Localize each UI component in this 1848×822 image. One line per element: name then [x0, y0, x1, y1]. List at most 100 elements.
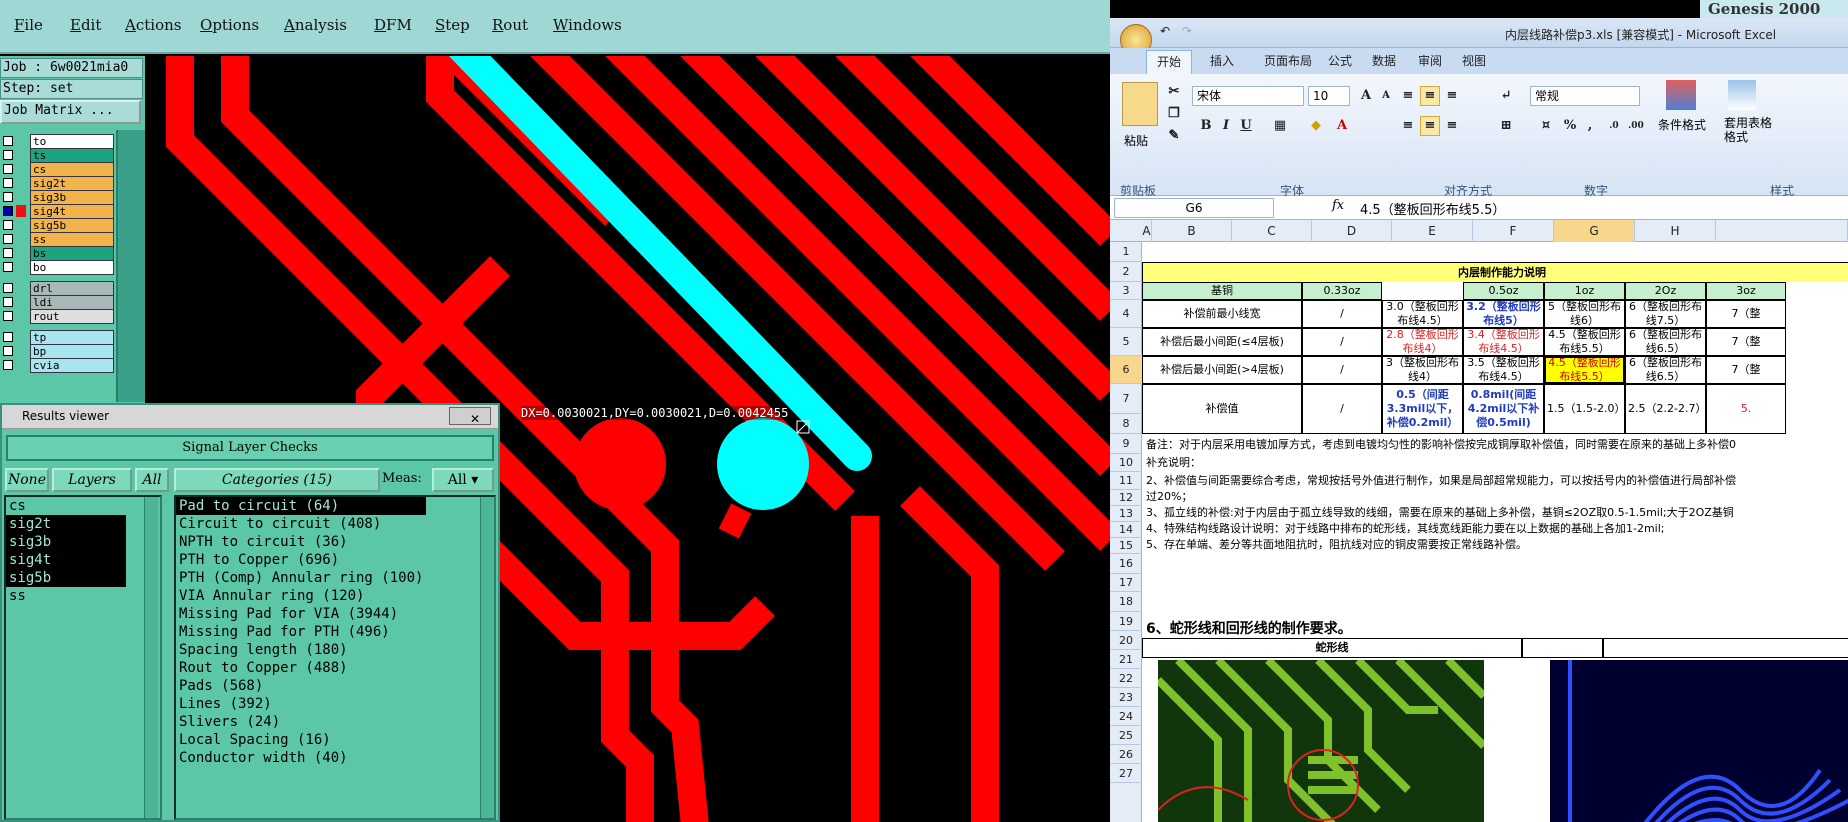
layer-checkbox[interactable] — [3, 150, 13, 160]
row-header-12[interactable]: 12 — [1110, 490, 1142, 506]
category-item[interactable]: Local Spacing (16) — [176, 731, 426, 749]
formula-input[interactable]: 4.5（整板回形布线5.5） — [1360, 199, 1505, 218]
result-layer-item[interactable]: sig2t — [6, 515, 126, 533]
layer-row-ldi[interactable]: ldi — [0, 295, 116, 310]
tab-0[interactable]: 开始 — [1146, 50, 1193, 74]
tab-6[interactable]: 视图 — [1462, 52, 1486, 69]
close-button[interactable]: ✕ — [449, 407, 491, 426]
header-cell[interactable]: 2Oz — [1625, 282, 1706, 300]
row7-cell-0[interactable]: 补偿值 — [1142, 384, 1302, 434]
row5-cell-2[interactable]: 2.8（整板回形布线4） — [1382, 328, 1463, 356]
layer-checkbox[interactable] — [3, 192, 13, 202]
border-icon[interactable]: ▦ — [1270, 116, 1290, 136]
row-header-13[interactable]: 13 — [1110, 506, 1142, 522]
row-header-16[interactable]: 16 — [1110, 554, 1142, 574]
layer-checkbox[interactable] — [3, 283, 13, 293]
layer-checkbox[interactable] — [3, 248, 13, 258]
percent-icon[interactable]: % — [1560, 116, 1580, 136]
row-header-6[interactable]: 6 — [1110, 356, 1142, 384]
layer-row-sig5b[interactable]: sig5b — [0, 218, 116, 233]
note-line-4[interactable]: 3、孤立线的补偿:对于内层由于孤立线导致的线细，需要在原来的基础上多补偿，基铜≤… — [1146, 504, 1734, 520]
layer-row-ss[interactable]: ss — [0, 232, 116, 247]
category-item[interactable]: PTH to Copper (696) — [176, 551, 426, 569]
fx-icon[interactable]: fx — [1332, 198, 1344, 213]
layer-row-sig3b[interactable]: sig3b — [0, 190, 116, 205]
row-header-21[interactable]: 21 — [1110, 650, 1142, 669]
number-format-box[interactable]: 常规 — [1530, 86, 1640, 106]
column-header-overflow[interactable] — [1716, 220, 1848, 242]
note-line-0[interactable]: 备注：对于内层采用电镀加厚方式，考虑到电镀均匀性的影响补偿按完成铜厚取补偿值，同… — [1146, 436, 1736, 452]
row5-cell-3[interactable]: 3.4（整板回形布线4.5） — [1463, 328, 1544, 356]
name-box[interactable]: G6 — [1114, 198, 1274, 218]
row-header-8[interactable]: 8 — [1110, 414, 1142, 434]
font-name-box[interactable]: 宋体 — [1192, 86, 1304, 106]
conditional-format-icon[interactable] — [1666, 80, 1696, 110]
category-item[interactable]: Lines (392) — [176, 695, 426, 713]
menu-step[interactable]: Step — [435, 16, 470, 34]
column-header-C[interactable]: C — [1232, 220, 1312, 242]
layer-row-cs[interactable]: cs — [0, 162, 116, 177]
align-left-icon[interactable]: ≡ — [1398, 116, 1418, 136]
layer-checkbox[interactable] — [3, 178, 13, 188]
align-bottom-icon[interactable]: ≡ — [1442, 86, 1462, 106]
row4-cell-3[interactable]: 3.2（整板回形布线5） — [1463, 300, 1544, 328]
cut-icon[interactable]: ✂ — [1164, 82, 1184, 102]
row7-cell-3[interactable]: 0.8mil(间距4.2mil以下补偿0.5mil) — [1463, 384, 1544, 434]
column-header-D[interactable]: D — [1312, 220, 1392, 242]
redo-icon[interactable]: ↷ — [1182, 24, 1192, 38]
tab-1[interactable]: 插入 — [1210, 52, 1234, 69]
paste-icon[interactable] — [1122, 82, 1158, 126]
row-header-7[interactable]: 7 — [1110, 384, 1142, 414]
row5-cell-6[interactable]: 7（整 — [1706, 328, 1786, 356]
layer-checkbox[interactable] — [3, 360, 13, 370]
header-cell[interactable]: 0.5oz — [1463, 282, 1544, 300]
row-header-5[interactable]: 5 — [1110, 328, 1142, 356]
row-header-20[interactable]: 20 — [1110, 631, 1142, 650]
font-color-icon[interactable]: A — [1332, 116, 1352, 136]
decrease-decimal-icon[interactable]: .00 — [1626, 116, 1646, 136]
row7-cell-4[interactable]: 1.5（1.5-2.0） — [1544, 384, 1625, 434]
underline-icon[interactable]: U — [1236, 116, 1256, 136]
column-header-A[interactable]: A — [1142, 220, 1152, 242]
layer-row-sig2t[interactable]: sig2t — [0, 176, 116, 191]
conditional-format-label[interactable]: 条件格式 — [1658, 116, 1706, 133]
tab-4[interactable]: 数据 — [1372, 52, 1396, 69]
none-button[interactable]: None — [5, 468, 49, 492]
layer-row-bs[interactable]: bs — [0, 246, 116, 261]
increase-decimal-icon[interactable]: .0 — [1604, 116, 1624, 136]
layer-checkbox[interactable] — [3, 164, 13, 174]
layers-button[interactable]: Layers — [52, 468, 132, 492]
menu-dfm[interactable]: DFM — [374, 16, 412, 34]
layer-row-rout[interactable]: rout — [0, 309, 116, 324]
note-line-6[interactable]: 5、存在单端、差分等共面地阻抗时，阻抗线对应的铜皮需要按正常线路补偿。 — [1146, 536, 1527, 552]
wrap-text-icon[interactable]: ↵ — [1496, 86, 1516, 106]
category-item[interactable]: VIA Annular ring (120) — [176, 587, 426, 605]
row7-cell-1[interactable]: / — [1302, 384, 1382, 434]
table-title[interactable]: 内层制作能力说明 — [1142, 262, 1848, 282]
fill-color-icon[interactable]: ◆ — [1306, 116, 1326, 136]
note-line-3[interactable]: 过20%； — [1146, 488, 1192, 504]
categories-button[interactable]: Categories (15) — [174, 468, 380, 492]
layer-row-to[interactable]: to — [0, 134, 116, 149]
category-item[interactable]: Conductor width (40) — [176, 749, 426, 767]
note-line-1[interactable]: 补充说明： — [1146, 454, 1201, 470]
row-header-26[interactable]: 26 — [1110, 745, 1142, 764]
header-cell[interactable]: 0.33oz — [1302, 282, 1382, 300]
layer-row-ts[interactable]: ts — [0, 148, 116, 163]
row6-cell-6[interactable]: 7（整 — [1706, 356, 1786, 384]
row-header-18[interactable]: 18 — [1110, 592, 1142, 612]
row-header-10[interactable]: 10 — [1110, 454, 1142, 472]
row7-cell-2[interactable]: 0.5（间距3.3mil以下，补偿0.2mil） — [1382, 384, 1463, 434]
menu-edit[interactable]: Edit — [70, 16, 101, 34]
result-layer-item[interactable]: sig5b — [6, 569, 126, 587]
column-header-H[interactable]: H — [1635, 220, 1716, 242]
row-header-9[interactable]: 9 — [1110, 434, 1142, 454]
category-item[interactable]: NPTH to circuit (36) — [176, 533, 426, 551]
results-viewer-titlebar[interactable]: Results viewer ✕ — [2, 405, 498, 429]
comma-icon[interactable]: , — [1580, 116, 1600, 136]
category-item[interactable]: Pad to circuit (64) — [176, 497, 426, 515]
row-header-3[interactable]: 3 — [1110, 282, 1142, 300]
row-header-25[interactable]: 25 — [1110, 726, 1142, 745]
category-item[interactable]: Missing Pad for PTH (496) — [176, 623, 426, 641]
menu-rout[interactable]: Rout — [492, 16, 528, 34]
